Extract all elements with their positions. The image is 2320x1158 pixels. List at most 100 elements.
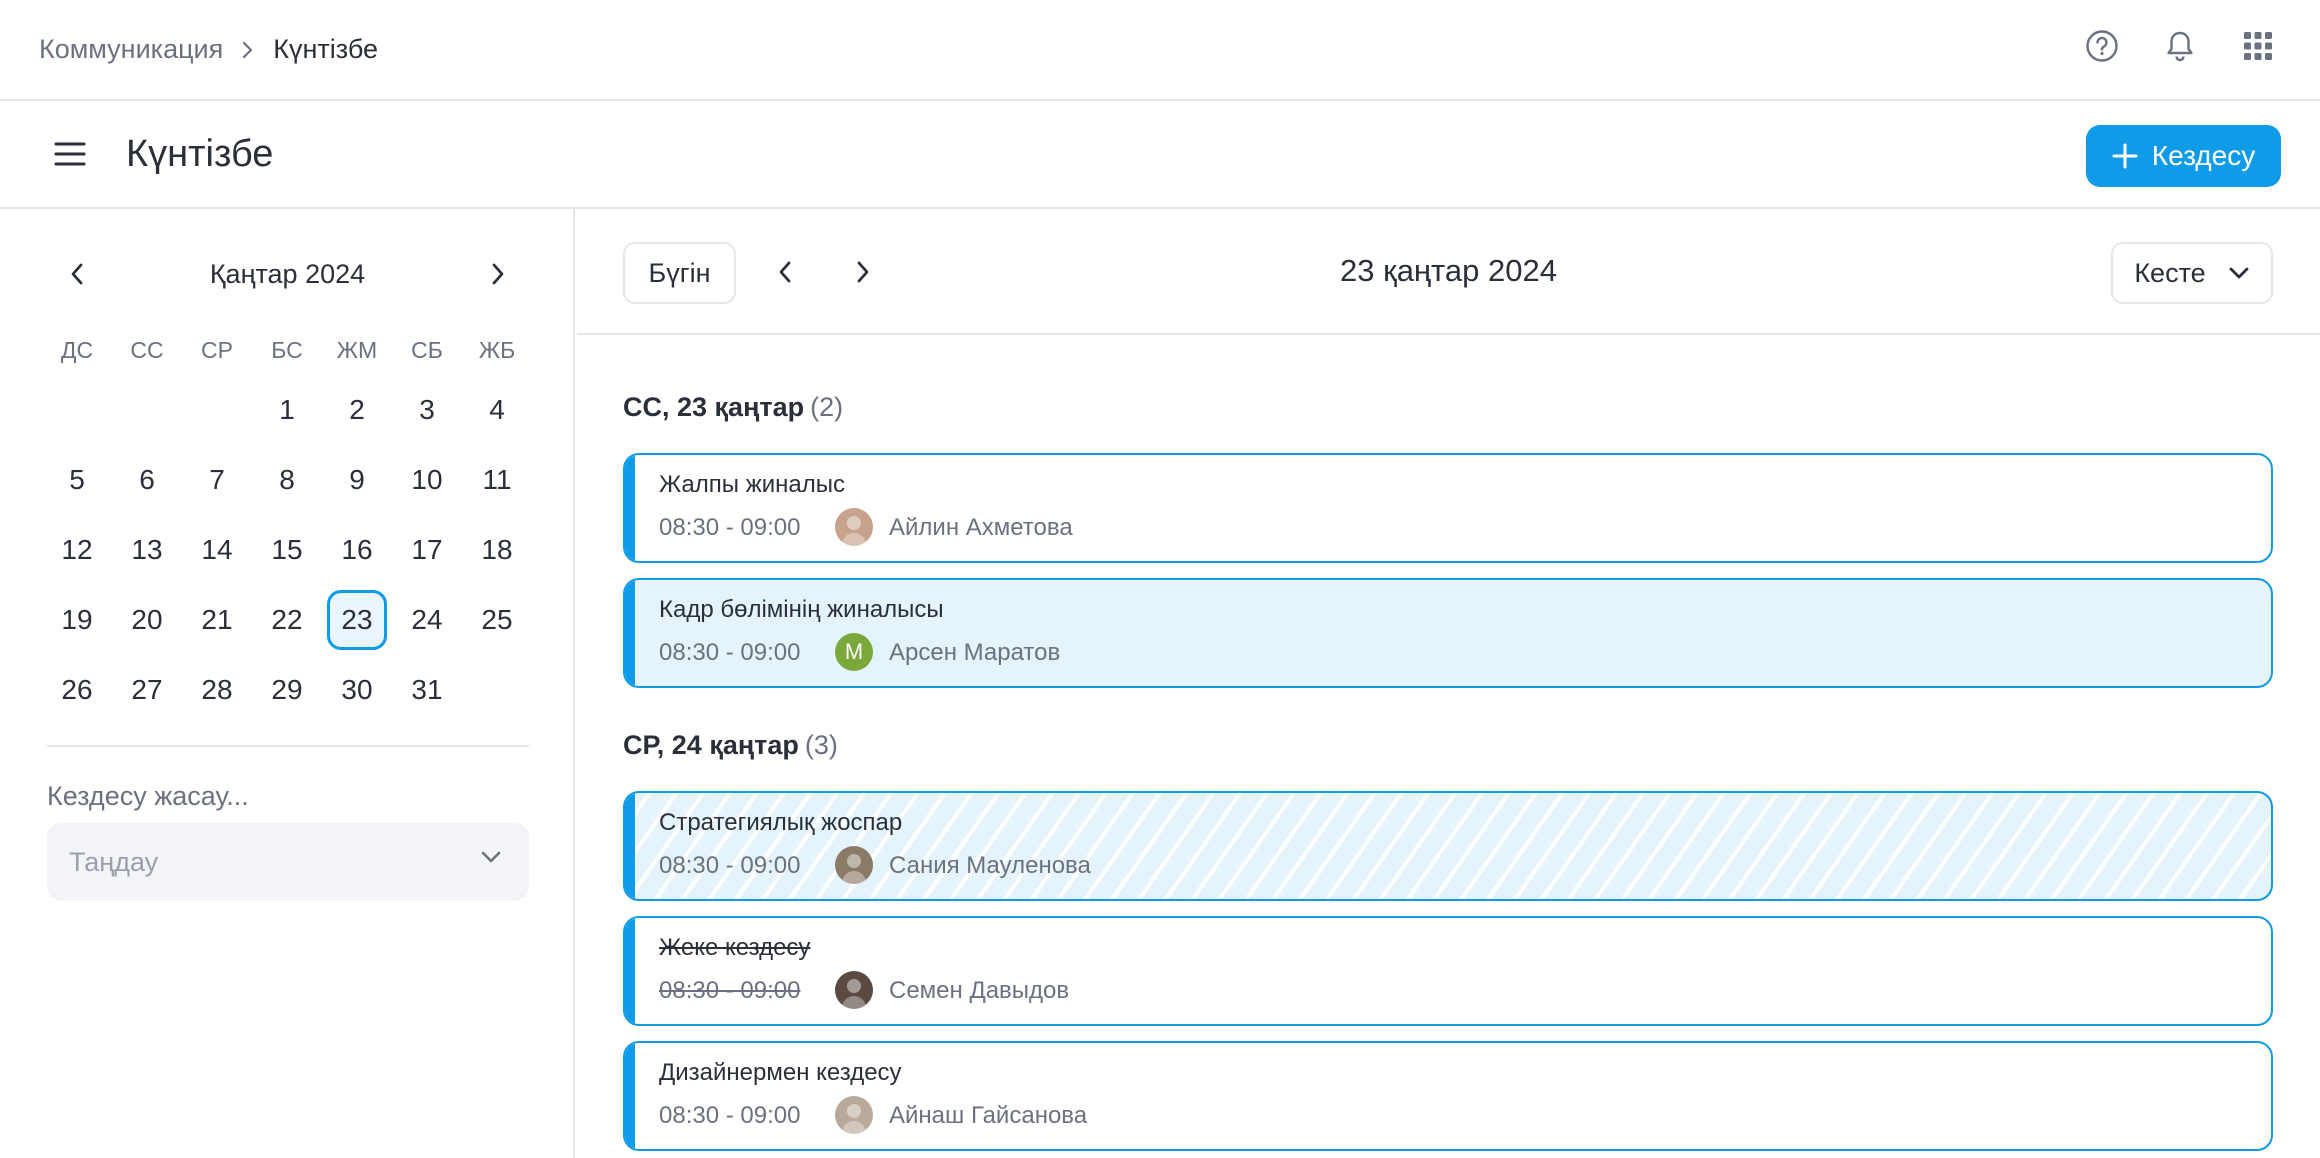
event-time: 08:30 - 09:00 bbox=[659, 977, 801, 1004]
calendar-day[interactable]: 2 bbox=[322, 375, 392, 445]
view-label: Кесте bbox=[2134, 257, 2206, 288]
new-meeting-button[interactable]: Кездесу bbox=[2086, 125, 2281, 187]
weekday-label: ЖМ bbox=[336, 336, 378, 363]
day-heading-label: СР, 24 қаңтар bbox=[623, 730, 799, 760]
calendar-day[interactable]: 23 bbox=[322, 585, 392, 655]
event-title: Стратегиялық жоспар bbox=[659, 809, 903, 836]
current-date: 23 қаңтар 2024 bbox=[1340, 253, 1557, 288]
help-icon[interactable] bbox=[2084, 28, 2120, 64]
event-time: 08:30 - 09:00 bbox=[659, 639, 801, 666]
calendar-day[interactable]: 28 bbox=[182, 655, 252, 725]
calendar-day[interactable]: 10 bbox=[392, 445, 462, 515]
meeting-type-select[interactable]: Таңдау bbox=[47, 823, 529, 901]
mini-calendar-grid: ДС СС СР БС ЖМ СБ ЖБ 1 2 3 4 5 6 7 8 9 10 11 12 13 14 15 16 17 1… bbox=[42, 325, 532, 725]
event-card[interactable]: Дизайнермен кездесу 08:30 - 09:00 Айнаш Га… bbox=[623, 1041, 2273, 1151]
breadcrumb-current: Күнтізбе bbox=[273, 34, 379, 64]
calendar-day[interactable]: 12 bbox=[42, 515, 112, 585]
calendar-day[interactable]: 9 bbox=[322, 445, 392, 515]
calendar-day[interactable]: 21 bbox=[182, 585, 252, 655]
calendar-day[interactable]: 25 bbox=[462, 585, 532, 655]
calendar-day[interactable]: 20 bbox=[112, 585, 182, 655]
calendar-day[interactable]: 19 bbox=[42, 585, 112, 655]
breadcrumb-parent[interactable]: Коммуникация bbox=[39, 34, 223, 65]
avatar: М bbox=[835, 633, 873, 671]
create-meeting-label: Кездесу жасау... bbox=[47, 781, 249, 811]
chevron-down-icon bbox=[2229, 267, 2249, 279]
event-title: Дизайнермен кездесу bbox=[659, 1059, 902, 1086]
calendar-day-number: 6 bbox=[139, 464, 155, 495]
calendar-day-number: 12 bbox=[61, 534, 93, 565]
calendar-day-number: 22 bbox=[271, 604, 303, 635]
calendar-day-number: 28 bbox=[201, 674, 233, 705]
calendar-day[interactable]: 24 bbox=[392, 585, 462, 655]
day-heading: СР, 24 қаңтар (3) bbox=[623, 730, 838, 761]
weekday-label: БС bbox=[271, 336, 303, 363]
avatar bbox=[835, 846, 873, 884]
calendar-day[interactable]: 31 bbox=[392, 655, 462, 725]
calendar-day[interactable]: 5 bbox=[42, 445, 112, 515]
agenda-toolbar: Бүгін 23 қаңтар 2024 Кесте bbox=[577, 209, 2320, 335]
sidebar: Қаңтар 2024 ДС СС СР БС ЖМ СБ ЖБ 1 2 3 4 5 6 7 8 9 10 11 1… bbox=[0, 209, 575, 1158]
event-card[interactable]: Жеке кездесу 08:30 - 09:00 Семен Давыдов bbox=[623, 916, 2273, 1026]
page-header: Күнтізбе Кездесу bbox=[0, 101, 2320, 209]
calendar-day[interactable]: 30 bbox=[322, 655, 392, 725]
next-month-button[interactable] bbox=[481, 257, 515, 291]
bell-icon[interactable] bbox=[2162, 28, 2198, 64]
calendar-day[interactable]: 16 bbox=[322, 515, 392, 585]
calendar-day[interactable]: 11 bbox=[462, 445, 532, 515]
apps-grid-icon[interactable] bbox=[2240, 28, 2276, 64]
calendar-day[interactable]: 26 bbox=[42, 655, 112, 725]
event-card[interactable]: Кадр бөлімінің жиналысы 08:30 - 09:00 М Арс… bbox=[623, 578, 2273, 688]
avatar bbox=[835, 1096, 873, 1134]
calendar-day[interactable]: 8 bbox=[252, 445, 322, 515]
select-placeholder: Таңдау bbox=[69, 846, 159, 877]
calendar-day-number: 29 bbox=[271, 674, 303, 705]
calendar-day[interactable]: 22 bbox=[252, 585, 322, 655]
calendar-day[interactable]: 27 bbox=[112, 655, 182, 725]
avatar-initial: М bbox=[844, 639, 864, 664]
day-heading: СС, 23 қаңтар (2) bbox=[623, 392, 843, 423]
user-photo-icon bbox=[841, 516, 867, 546]
calendar-day-number: 14 bbox=[201, 534, 233, 565]
calendar-day-number: 18 bbox=[481, 534, 513, 565]
calendar-day[interactable]: 13 bbox=[112, 515, 182, 585]
view-switcher[interactable]: Кесте bbox=[2111, 242, 2273, 304]
calendar-day-number: 25 bbox=[481, 604, 513, 635]
new-meeting-label: Кездесу bbox=[2151, 140, 2256, 171]
event-organizer: Айлин Ахметова bbox=[889, 514, 1073, 541]
weekday-label: СР bbox=[201, 336, 233, 363]
calendar-day[interactable]: 3 bbox=[392, 375, 462, 445]
calendar-day[interactable]: 4 bbox=[462, 375, 532, 445]
weekday-label: СС bbox=[130, 336, 164, 363]
calendar-day[interactable]: 17 bbox=[392, 515, 462, 585]
calendar-empty-cell bbox=[462, 655, 532, 725]
calendar-day-number: 5 bbox=[69, 464, 85, 495]
calendar-day-number: 15 bbox=[271, 534, 303, 565]
mini-calendar-nav: Қаңтар 2024 bbox=[0, 249, 575, 299]
weekday-label: СБ bbox=[411, 336, 443, 363]
calendar-day[interactable]: 6 bbox=[112, 445, 182, 515]
calendar-day[interactable]: 15 bbox=[252, 515, 322, 585]
calendar-empty-cell bbox=[182, 375, 252, 445]
calendar-day[interactable]: 14 bbox=[182, 515, 252, 585]
calendar-day[interactable]: 7 bbox=[182, 445, 252, 515]
calendar-day-number: 3 bbox=[419, 394, 435, 425]
event-time: 08:30 - 09:00 bbox=[659, 1102, 801, 1129]
hamburger-menu-icon[interactable] bbox=[54, 138, 86, 170]
calendar-day-number: 4 bbox=[489, 394, 505, 425]
calendar-day-number: 1 bbox=[279, 394, 295, 425]
top-bar: Коммуникация Күнтізбе bbox=[0, 0, 2320, 101]
user-photo-icon bbox=[841, 979, 867, 1009]
calendar-day-number: 13 bbox=[131, 534, 163, 565]
chevron-right-icon bbox=[492, 263, 504, 285]
event-card[interactable]: Жалпы жиналыс 08:30 - 09:00 Айлин Ахметова bbox=[623, 453, 2273, 563]
event-organizer: Семен Давыдов bbox=[889, 977, 1070, 1004]
plus-icon bbox=[2112, 143, 2138, 169]
user-photo-icon bbox=[841, 1104, 867, 1134]
event-card[interactable]: Стратегиялық жоспар 08:30 - 09:00 Сания Ма… bbox=[623, 791, 2273, 901]
calendar-day[interactable]: 1 bbox=[252, 375, 322, 445]
calendar-day[interactable]: 18 bbox=[462, 515, 532, 585]
calendar-day[interactable]: 29 bbox=[252, 655, 322, 725]
event-time: 08:30 - 09:00 bbox=[659, 852, 801, 879]
event-organizer: Сания Мауленова bbox=[889, 852, 1091, 879]
